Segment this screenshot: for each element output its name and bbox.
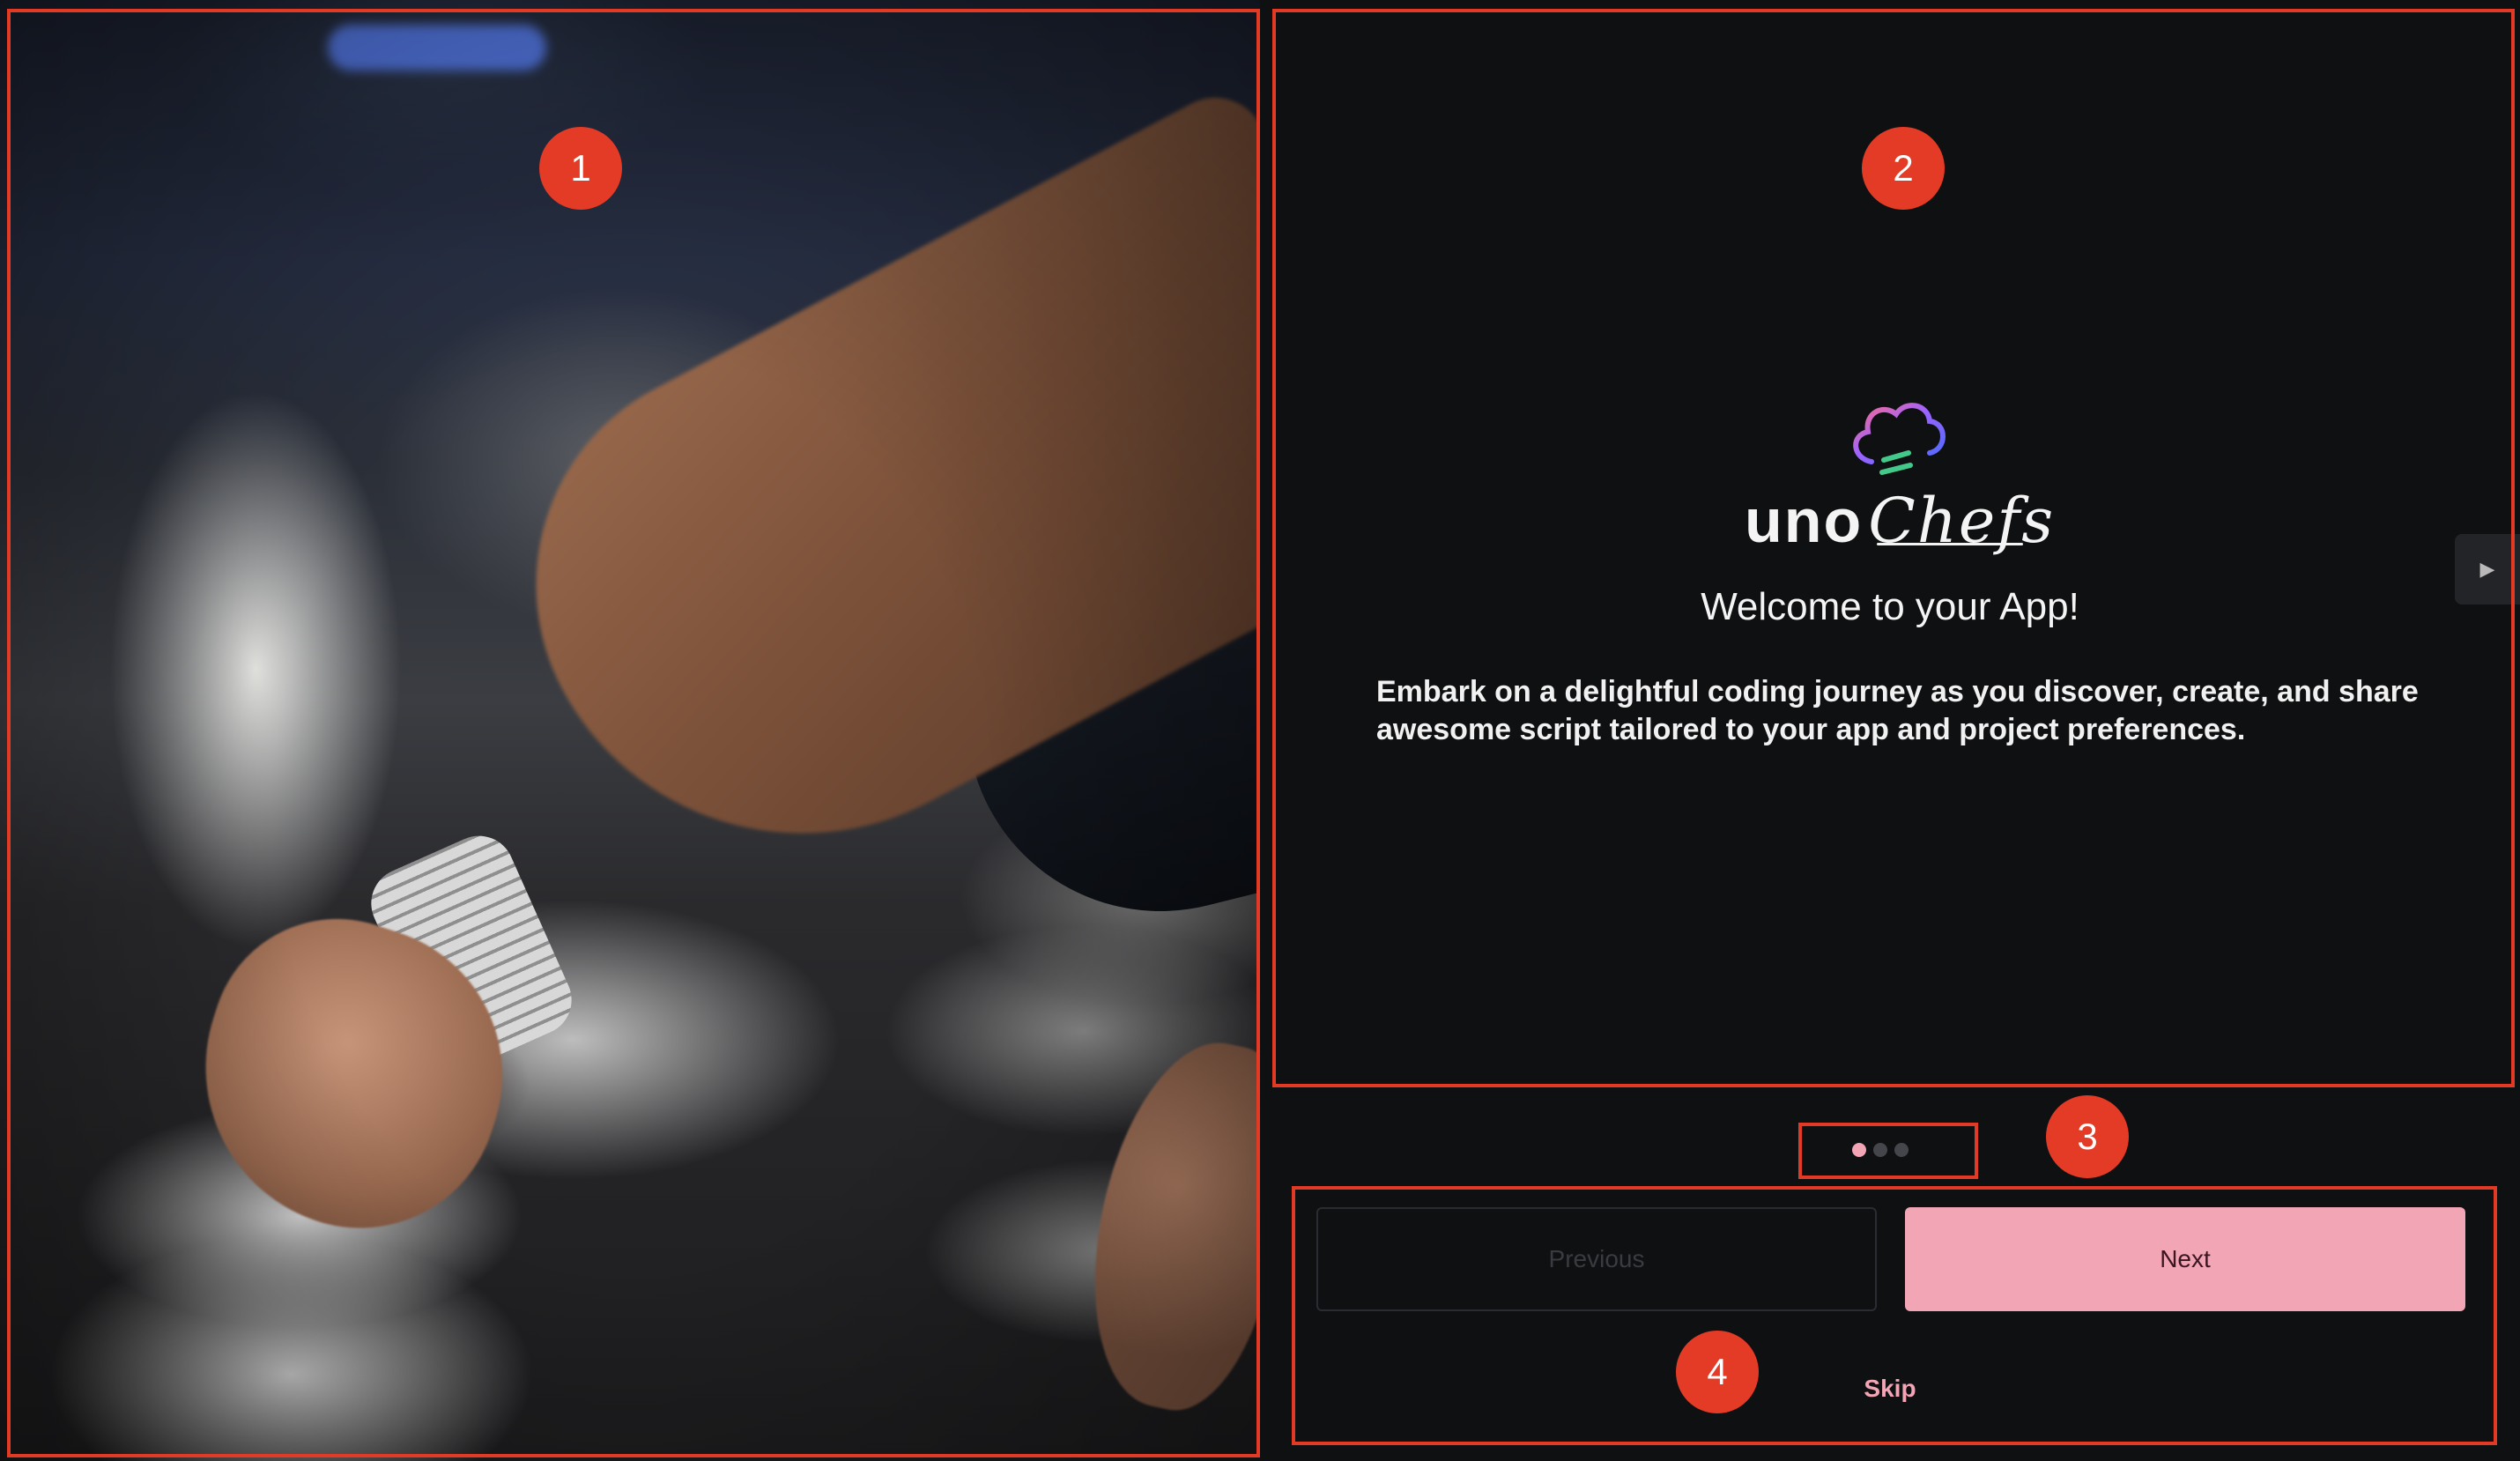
annotation-marker-1: 1 <box>539 127 622 210</box>
welcome-title: Welcome to your App! <box>1701 585 2079 628</box>
onboarding-panel: unoChefs Welcome to your App! Embark on … <box>1260 0 2520 1461</box>
page-dot-1[interactable] <box>1852 1143 1866 1157</box>
page-dot-3[interactable] <box>1894 1143 1909 1157</box>
photo-vignette <box>0 0 1260 1461</box>
annotation-marker-4: 4 <box>1676 1331 1759 1413</box>
app-logo: unoChefs <box>1745 398 2053 557</box>
annotation-marker-2: 2 <box>1862 127 1945 210</box>
page-indicator <box>1852 1143 1909 1157</box>
annotation-marker-3: 3 <box>2046 1095 2129 1178</box>
brand-uno: uno <box>1745 486 1864 555</box>
hero-photo <box>0 0 1260 1461</box>
previous-button[interactable]: Previous <box>1316 1207 1877 1311</box>
page-dot-2[interactable] <box>1873 1143 1887 1157</box>
skip-link[interactable]: Skip <box>1260 1375 2520 1403</box>
next-button[interactable]: Next <box>1905 1207 2465 1311</box>
welcome-description: Embark on a delightful coding journey as… <box>1376 675 2419 746</box>
side-next-button[interactable]: ▶ <box>2455 534 2520 604</box>
brand-chefs: Chefs <box>1868 485 2056 557</box>
chef-hat-icon <box>1853 403 1946 475</box>
brand-wordmark: unoChefs <box>1745 485 2055 557</box>
brand-underline <box>1877 543 2023 545</box>
chevron-right-icon: ▶ <box>2479 558 2495 580</box>
